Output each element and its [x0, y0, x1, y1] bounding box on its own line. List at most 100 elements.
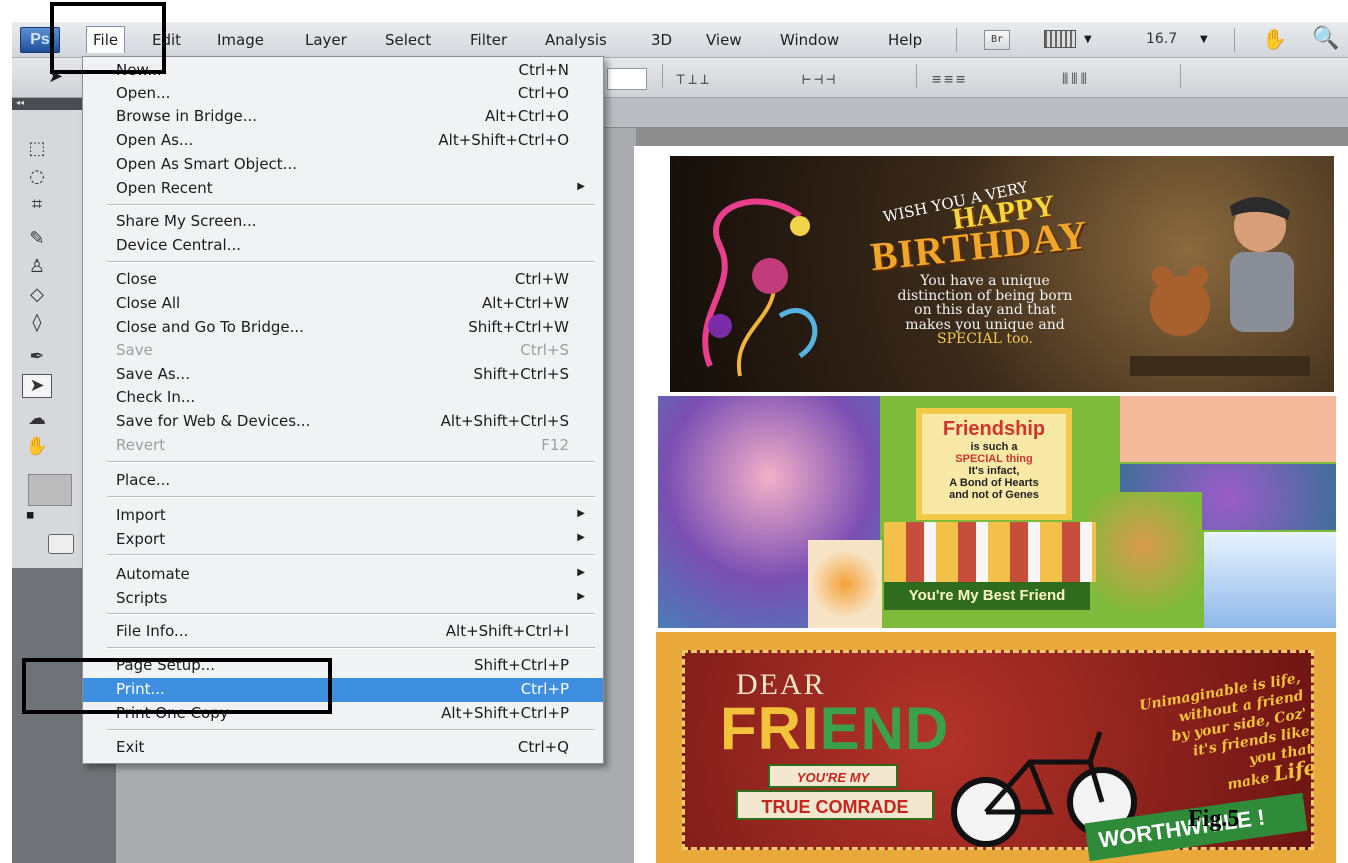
menu-item-shortcut: Alt+Shift+Ctrl+O: [438, 131, 569, 149]
menu-item-save-for-web[interactable]: Save for Web & Devices... Alt+Shift+Ctrl+…: [83, 410, 603, 434]
menu-item-label: Scripts: [116, 589, 168, 607]
default-colors-icon[interactable]: ◼: [26, 510, 34, 521]
menu-filter[interactable]: Filter: [470, 31, 507, 49]
menu-item-label: Browse in Bridge...: [116, 107, 258, 125]
menu-item-shortcut: Shift+Ctrl+W: [468, 318, 569, 336]
stamp-tool-icon[interactable]: ♙: [22, 256, 52, 280]
menu-separator: [107, 461, 595, 463]
hand-tool-icon[interactable]: ✋: [1262, 27, 1287, 51]
menu-item-import[interactable]: Import ▶: [83, 504, 603, 528]
foreground-color-swatch[interactable]: [28, 474, 72, 506]
friend-text-part-1: FRI: [720, 695, 820, 762]
zoom-dropdown-icon[interactable]: ▼: [1200, 34, 1208, 45]
bridge-button[interactable]: Br: [984, 30, 1010, 50]
menu-layer[interactable]: Layer: [305, 31, 347, 49]
crop-tool-icon[interactable]: ⌗: [22, 194, 52, 218]
marquee-tool-icon[interactable]: ⬚: [22, 138, 52, 162]
annotation-box-file-menu: [50, 2, 166, 74]
menu-item-label: Open...: [116, 84, 171, 102]
orange-flower-tile: [808, 540, 882, 628]
menu-item-shortcut: Ctrl+N: [518, 61, 569, 79]
menu-item-scripts[interactable]: Scripts ▶: [83, 587, 603, 611]
zoom-level[interactable]: 16.7: [1146, 31, 1177, 47]
menu-item-shortcut: Shift+Ctrl+S: [473, 365, 569, 383]
options-separator: [1180, 64, 1181, 88]
menu-item-place[interactable]: Place...: [83, 469, 603, 493]
menu-item-device-central[interactable]: Device Central...: [83, 234, 603, 258]
distribute-horizontal-icon[interactable]: ⫴⫴⫴: [1062, 70, 1090, 88]
lasso-tool-icon[interactable]: ◌: [22, 166, 52, 190]
friend-text-part-2: END: [819, 695, 950, 762]
menu-item-label: Share My Screen...: [116, 212, 257, 230]
annotation-box-print: [22, 658, 332, 714]
menu-item-shortcut: Ctrl+Q: [517, 738, 569, 756]
menu-analysis[interactable]: Analysis: [545, 31, 607, 49]
menu-item-open[interactable]: Open... Ctrl+O: [83, 82, 603, 106]
birthday-message-special: SPECIAL too.: [936, 331, 1034, 347]
menu-item-share-my-screen[interactable]: Share My Screen...: [83, 210, 603, 234]
menubar-separator: [1234, 28, 1235, 52]
tools-panel: ◂◂ ⬚ ◌ ⌗ ✎ ♙ ◇ ◊ ✒ ➤ ☁ ✋ ◼: [12, 98, 84, 568]
menu-item-label: Save As...: [116, 365, 190, 383]
menu-separator: [107, 613, 595, 615]
menu-bar: Ps File Edit Image Layer Select Filter A…: [12, 22, 1348, 58]
screen-mode-icon[interactable]: [1044, 30, 1076, 48]
quick-mask-button[interactable]: [48, 534, 74, 554]
menu-item-shortcut: Ctrl+O: [517, 84, 569, 102]
friend-text: FRIEND: [720, 694, 949, 763]
menu-item-label: Export: [116, 530, 166, 548]
menu-item-label: Save for Web & Devices...: [116, 412, 311, 430]
menu-select[interactable]: Select: [385, 31, 431, 49]
pen-tool-icon[interactable]: ✒: [22, 346, 52, 370]
teddy-bear-tile: [1086, 492, 1202, 628]
options-field[interactable]: [607, 68, 647, 90]
menu-help[interactable]: Help: [888, 31, 922, 49]
menu-item-close-all[interactable]: Close All Alt+Ctrl+W: [83, 292, 603, 316]
menu-image[interactable]: Image: [217, 31, 264, 49]
menu-item-shortcut: Ctrl+S: [520, 341, 569, 359]
menu-item-label: Save: [116, 341, 153, 359]
hand-tool-icon[interactable]: ✋: [22, 436, 52, 460]
zoom-tool-icon[interactable]: 🔍: [1312, 26, 1339, 51]
document-canvas[interactable]: WISH YOU A VERY HAPPY BIRTHDAY You have …: [634, 146, 1348, 863]
menu-item-shortcut: Alt+Ctrl+O: [485, 107, 569, 125]
menu-3d[interactable]: 3D: [651, 31, 672, 49]
menu-item-label: Open As...: [116, 131, 194, 149]
menu-item-automate[interactable]: Automate ▶: [83, 563, 603, 587]
menu-item-shortcut: Ctrl+W: [514, 270, 569, 288]
blue-vases-tile: [1204, 532, 1336, 628]
boy-with-teddy-artwork: [1130, 197, 1310, 376]
blur-tool-icon[interactable]: ◊: [22, 312, 52, 336]
distribute-vertical-icon[interactable]: ≡≡≡: [932, 70, 968, 88]
menu-item-shortcut: F12: [541, 436, 569, 454]
eraser-tool-icon[interactable]: ◇: [22, 284, 52, 308]
3d-rotate-tool-icon[interactable]: ☁: [22, 408, 52, 432]
menu-item-close-and-go-to-bridge[interactable]: Close and Go To Bridge... Shift+Ctrl+W: [83, 316, 603, 340]
menu-item-label: Exit: [116, 738, 145, 756]
menu-item-shortcut: Alt+Shift+Ctrl+S: [440, 412, 569, 430]
align-top-edges-icon[interactable]: ⊤⊥⊥: [676, 70, 712, 88]
menu-item-label: Check In...: [116, 388, 196, 406]
path-selection-tool-icon[interactable]: ➤: [22, 374, 52, 398]
tools-panel-header[interactable]: ◂◂: [12, 98, 84, 110]
menu-separator: [107, 261, 595, 263]
menu-item-check-in[interactable]: Check In...: [83, 386, 603, 410]
menu-item-open-as[interactable]: Open As... Alt+Shift+Ctrl+O: [83, 129, 603, 153]
menu-item-file-info[interactable]: File Info... Alt+Shift+Ctrl+I: [83, 620, 603, 644]
birthday-card-image: WISH YOU A VERY HAPPY BIRTHDAY You have …: [670, 156, 1334, 392]
menu-item-open-recent[interactable]: Open Recent ▶: [83, 177, 603, 201]
menubar-separator: [956, 28, 957, 52]
menu-item-open-as-smart-object[interactable]: Open As Smart Object...: [83, 153, 603, 177]
menu-view[interactable]: View: [706, 31, 742, 49]
menu-window[interactable]: Window: [780, 31, 839, 49]
healing-brush-icon[interactable]: ✎: [22, 228, 52, 252]
menu-item-close[interactable]: Close Ctrl+W: [83, 268, 603, 292]
menu-item-export[interactable]: Export ▶: [83, 528, 603, 552]
menu-item-browse-in-bridge[interactable]: Browse in Bridge... Alt+Ctrl+O: [83, 105, 603, 129]
align-left-edges-icon[interactable]: ⊢⊣⊣: [802, 70, 838, 88]
menu-item-save-as[interactable]: Save As... Shift+Ctrl+S: [83, 363, 603, 387]
menu-item-label: Automate: [116, 565, 190, 583]
menu-item-exit[interactable]: Exit Ctrl+Q: [83, 736, 603, 760]
screen-mode-dropdown-icon[interactable]: ▼: [1084, 34, 1092, 45]
menu-separator: [107, 729, 595, 731]
